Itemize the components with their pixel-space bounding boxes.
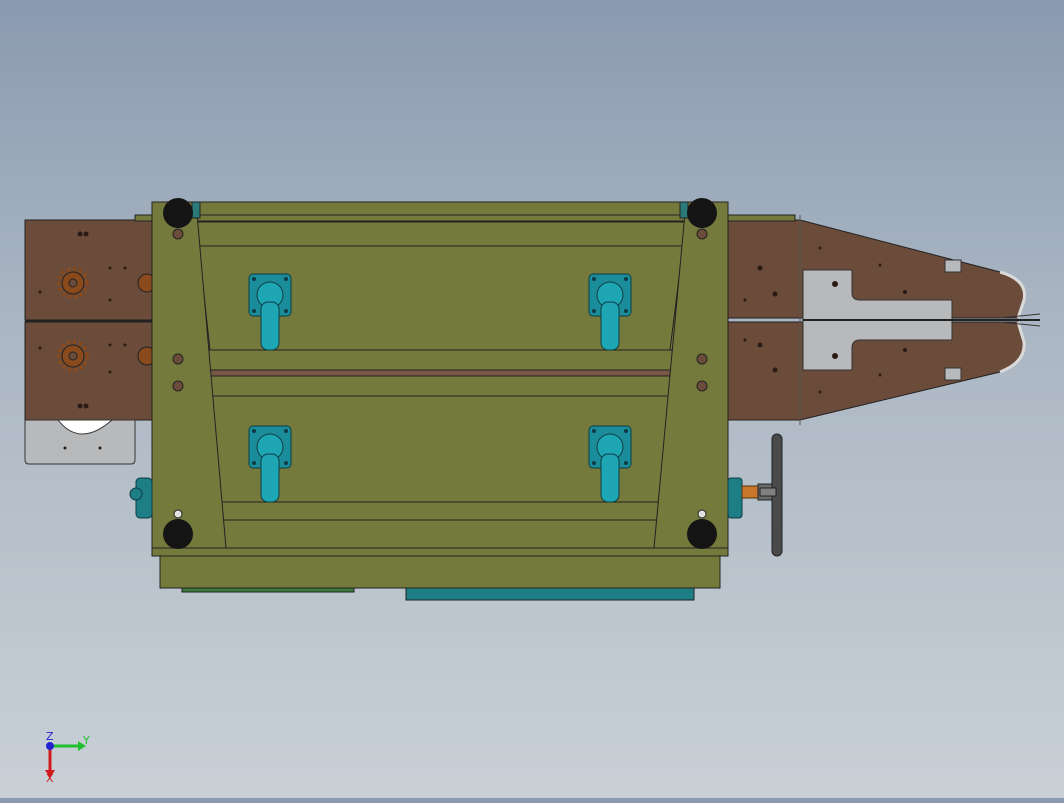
left-plate-upper[interactable]	[24, 219, 156, 321]
view-orientation-triad[interactable]: Y X Z	[45, 730, 90, 785]
z-axis-dot	[46, 742, 54, 750]
machine-model-bottom-view[interactable]: Y X Z	[0, 0, 1064, 798]
cad-graphics-viewport[interactable]: Y X Z	[0, 0, 1064, 798]
leveling-foot-icon[interactable]	[163, 198, 193, 228]
triad-label-x: X	[46, 772, 54, 785]
left-shaft-bearing-icon[interactable]	[129, 477, 153, 519]
triad-label-y: Y	[82, 734, 90, 747]
right-conveyor-assembly[interactable]	[724, 215, 1041, 425]
left-conveyor-assembly[interactable]	[24, 219, 157, 465]
triad-label-z: Z	[46, 730, 54, 743]
leveling-foot-icon[interactable]	[687, 198, 717, 228]
left-plate-lower[interactable]	[24, 321, 156, 421]
handwheel-icon[interactable]	[727, 433, 783, 557]
